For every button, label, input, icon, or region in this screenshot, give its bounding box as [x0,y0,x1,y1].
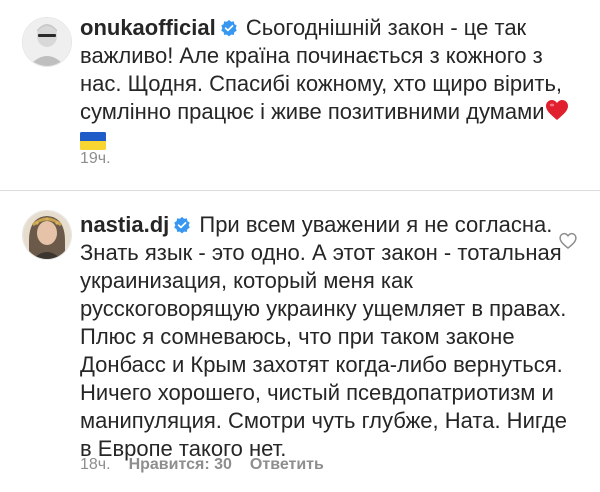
avatar-image [23,211,71,259]
comment-time[interactable]: 18ч. [80,456,111,474]
heart-emoji-icon [545,100,568,120]
avatar-image [23,18,71,66]
avatar[interactable] [22,17,72,67]
comment-onukaofficial: onukaofficial Сьогоднішній закон - це та… [0,0,600,190]
comment-text: При всем уважении я не согласна. Знать я… [80,212,574,461]
verified-badge-icon [174,216,190,234]
ukraine-flag-emoji-icon [80,132,106,150]
comment-meta: 18ч. Нравится: 30 Ответить [80,456,324,474]
username[interactable]: onukaofficial [80,15,216,40]
verified-badge-icon [220,19,237,37]
comment-nastia-dj: nastia.dj При всем уважении я не согласн… [0,190,600,492]
comment-body: onukaofficial Сьогоднішній закон - це та… [80,14,580,150]
comment-meta: 19ч. [80,150,111,168]
comment-time[interactable]: 19ч. [80,150,111,168]
likes-count[interactable]: Нравится: 30 [129,456,232,474]
username[interactable]: nastia.dj [80,212,169,237]
comment-body: nastia.dj При всем уважении я не согласн… [80,211,580,463]
like-heart-icon[interactable] [558,231,578,251]
avatar[interactable] [22,210,72,260]
reply-button[interactable]: Ответить [250,456,324,474]
